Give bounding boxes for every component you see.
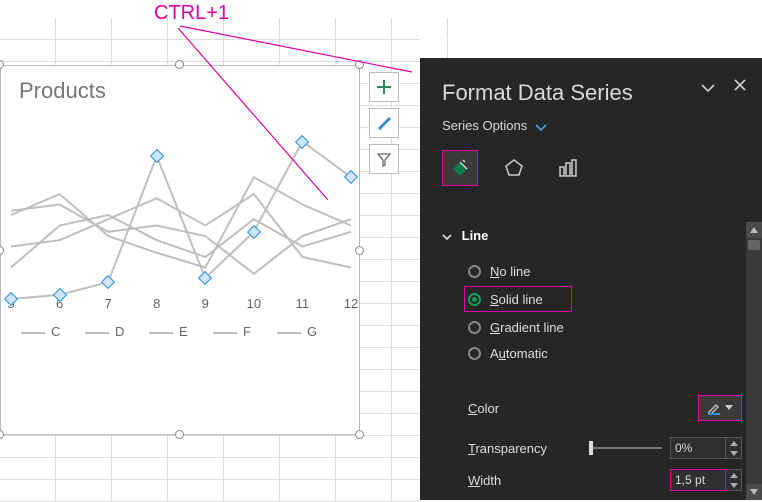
width-input[interactable]: 1,5 pt xyxy=(670,469,726,491)
pane-tabs xyxy=(442,150,586,186)
width-row: Width 1,5 pt xyxy=(468,468,742,492)
x-tick-label: 5 xyxy=(7,296,14,311)
line-section-header[interactable]: Line xyxy=(442,228,488,243)
transparency-slider[interactable] xyxy=(590,438,662,458)
legend-line xyxy=(149,332,173,334)
resize-handle-se[interactable] xyxy=(355,430,364,439)
x-tick-label: 9 xyxy=(202,296,209,311)
x-tick-label: 7 xyxy=(105,296,112,311)
funnel-icon xyxy=(376,151,392,167)
tab-series-options[interactable] xyxy=(550,150,586,186)
series-options-dropdown[interactable]: Series Options xyxy=(442,118,547,133)
caret-up-icon xyxy=(750,227,758,233)
plus-icon xyxy=(376,79,392,95)
series-options-label: Series Options xyxy=(442,118,527,133)
caret-down-icon xyxy=(730,483,738,488)
chart-filters-button[interactable] xyxy=(369,144,399,174)
radio-solid-line[interactable]: Solid line xyxy=(464,286,572,312)
tab-fill-and-line[interactable] xyxy=(442,150,478,186)
bars-icon xyxy=(557,157,579,179)
color-row: Color xyxy=(468,396,742,420)
radio-gradient-line[interactable]: Gradient line xyxy=(468,314,564,340)
line-type-radios: No line Solid line Gradient line Automat… xyxy=(468,258,564,366)
paint-bucket-icon xyxy=(449,157,471,179)
x-tick-label: 8 xyxy=(153,296,160,311)
x-tick-label: 10 xyxy=(247,296,261,311)
chevron-down-icon xyxy=(700,83,716,93)
chevron-down-icon xyxy=(442,234,452,242)
chevron-down-icon xyxy=(535,124,547,132)
chart-object[interactable]: Products 5 6 7 8 9 10 11 12 C D E F G xyxy=(0,65,360,435)
width-spinner[interactable] xyxy=(726,469,742,491)
x-tick-label: 12 xyxy=(344,296,358,311)
legend-line xyxy=(85,332,109,334)
resize-handle-s[interactable] xyxy=(175,430,184,439)
transparency-input[interactable]: 0% xyxy=(670,437,726,459)
pentagon-icon xyxy=(503,157,525,179)
caret-down-icon xyxy=(750,489,758,495)
tab-effects[interactable] xyxy=(496,150,532,186)
transparency-spinner[interactable] xyxy=(726,437,742,459)
pane-scrollbar[interactable] xyxy=(746,222,762,500)
pen-icon xyxy=(707,401,721,415)
legend-label[interactable]: G xyxy=(307,324,317,339)
pane-close-button[interactable] xyxy=(734,78,746,95)
pane-title: Format Data Series xyxy=(442,80,633,106)
resize-handle-ne[interactable] xyxy=(355,60,364,69)
legend-label[interactable]: E xyxy=(179,324,188,339)
format-data-series-pane: Format Data Series Series Options Line xyxy=(420,58,762,500)
legend-line xyxy=(21,332,45,334)
brush-icon xyxy=(376,115,392,131)
legend-label[interactable]: C xyxy=(51,324,60,339)
legend-line xyxy=(277,332,301,334)
transparency-row: Transparency 0% xyxy=(468,436,742,460)
chart-title[interactable]: Products xyxy=(19,78,106,104)
x-tick-label: 11 xyxy=(296,296,310,311)
x-tick-label: 6 xyxy=(56,296,63,311)
caret-up-icon xyxy=(730,441,738,446)
legend-label[interactable]: F xyxy=(243,324,251,339)
caret-down-icon xyxy=(725,405,733,411)
resize-handle-e[interactable] xyxy=(355,246,364,255)
close-icon xyxy=(734,79,746,91)
caret-down-icon xyxy=(730,451,738,456)
radio-automatic[interactable]: Automatic xyxy=(468,340,564,366)
color-picker-button[interactable] xyxy=(698,395,742,421)
resize-handle-n[interactable] xyxy=(175,60,184,69)
caret-up-icon xyxy=(730,473,738,478)
pane-collapse-button[interactable] xyxy=(700,80,716,96)
annotation-shortcut-label: CTRL+1 xyxy=(154,2,229,25)
legend-label[interactable]: D xyxy=(115,324,124,339)
chart-plot-area[interactable] xyxy=(1,121,359,431)
chart-elements-button[interactable] xyxy=(369,72,399,102)
radio-no-line[interactable]: No line xyxy=(468,258,564,284)
legend-line xyxy=(213,332,237,334)
chart-styles-button[interactable] xyxy=(369,108,399,138)
line-section-label: Line xyxy=(462,228,489,243)
